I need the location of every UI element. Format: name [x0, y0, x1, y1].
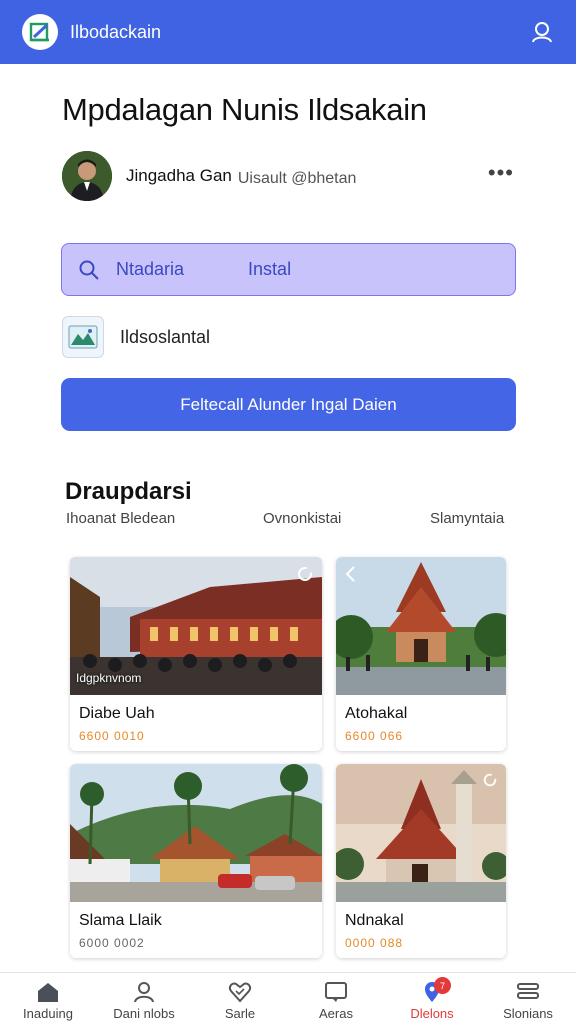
avatar[interactable] [62, 151, 112, 201]
place-name: Atohakal [345, 705, 408, 722]
search-value: Ntadaria [116, 259, 185, 279]
nav-label: Slonians [503, 1006, 553, 1021]
place-card[interactable]: Atohakal 6600 066 [336, 557, 506, 751]
nav-item-saved[interactable]: Sarle [192, 973, 288, 1024]
place-name: Ndnakal [345, 912, 404, 929]
nav-item-messages[interactable]: Aeras [288, 973, 384, 1024]
nav-label: Dani nlobs [113, 1006, 175, 1021]
top-app-bar: Ilbodackain [0, 0, 576, 64]
place-price: 6000 0002 [79, 936, 145, 950]
place-image: Idgpknvnom [70, 557, 322, 695]
home-icon [38, 983, 58, 1002]
image-caption: Idgpknvnom [76, 671, 142, 685]
place-image [336, 557, 506, 695]
author-name[interactable]: Jingadha Gan [126, 166, 232, 186]
nav-item-home[interactable]: Inaduing [0, 973, 96, 1024]
place-card[interactable]: Ndnakal 0000 088 [336, 764, 506, 958]
profile-icon [134, 982, 154, 1003]
heart-icon [228, 982, 252, 1003]
user-icon[interactable] [528, 18, 556, 46]
nav-label: Sarle [224, 1006, 256, 1021]
place-card[interactable]: Idgpknvnom Diabe Uah 6600 0010 [70, 557, 322, 751]
nav-label: Inaduing [23, 1006, 73, 1021]
filter-tabs: Ihoanat Bledean Ovnonkistai Slamyntaia [66, 510, 506, 534]
notification-badge: 7 [434, 977, 451, 994]
nav-item-location[interactable]: 7 Dlelons [384, 973, 480, 1024]
nav-item-profile[interactable]: Dani nlobs [96, 973, 192, 1024]
nav-item-menu[interactable]: Slonians [480, 973, 576, 1024]
attachment-label: Ildsoslantal [120, 326, 211, 347]
place-name: Slama Llaik [79, 912, 162, 929]
author-handle: Uisault @bhetan [237, 170, 357, 187]
filter-tab-2[interactable]: Ovnonkistai [263, 510, 341, 527]
refresh-icon[interactable] [482, 772, 498, 793]
place-price: 6600 066 [345, 729, 404, 743]
place-price: 0000 088 [345, 936, 404, 950]
menu-icon [517, 983, 539, 999]
place-price: 6600 0010 [79, 729, 145, 743]
place-image [336, 764, 506, 902]
author-row: Jingadha Gan Uisault @bhetan ••• [62, 150, 514, 202]
refresh-icon[interactable] [296, 565, 314, 588]
page-title: Mpdalagan Nunis Ildsakain [62, 92, 427, 127]
nav-label: Dlelons [410, 1006, 454, 1021]
more-horizontal-icon[interactable]: ••• [488, 160, 514, 186]
attachment-row[interactable]: Ildsoslantal [62, 316, 210, 358]
bottom-navigation: Inaduing Dani nlobs Sarle Aeras 7 Dlelon… [0, 972, 576, 1024]
search-icon [79, 260, 99, 280]
app-logo-icon[interactable] [22, 14, 58, 50]
section-title: Draupdarsi [65, 478, 192, 505]
place-name: Diabe Uah [79, 705, 155, 722]
search-placeholder: Instal [248, 259, 292, 279]
place-card[interactable]: Slama Llaik 6000 0002 [70, 764, 322, 958]
filter-tab-1[interactable]: Ihoanat Bledean [66, 510, 175, 527]
message-icon [325, 982, 347, 1002]
search-input[interactable]: Ntadaria Instal [61, 243, 516, 296]
app-title: Ilbodackain [70, 21, 162, 42]
place-image [70, 764, 322, 902]
filter-tab-3[interactable]: Slamyntaia [430, 510, 504, 527]
primary-action-button[interactable]: Feltecall Alunder Ingal Daien [61, 378, 516, 431]
chevron-left-icon[interactable] [344, 565, 358, 588]
nav-label: Aeras [319, 1006, 353, 1021]
image-file-icon [62, 316, 104, 358]
